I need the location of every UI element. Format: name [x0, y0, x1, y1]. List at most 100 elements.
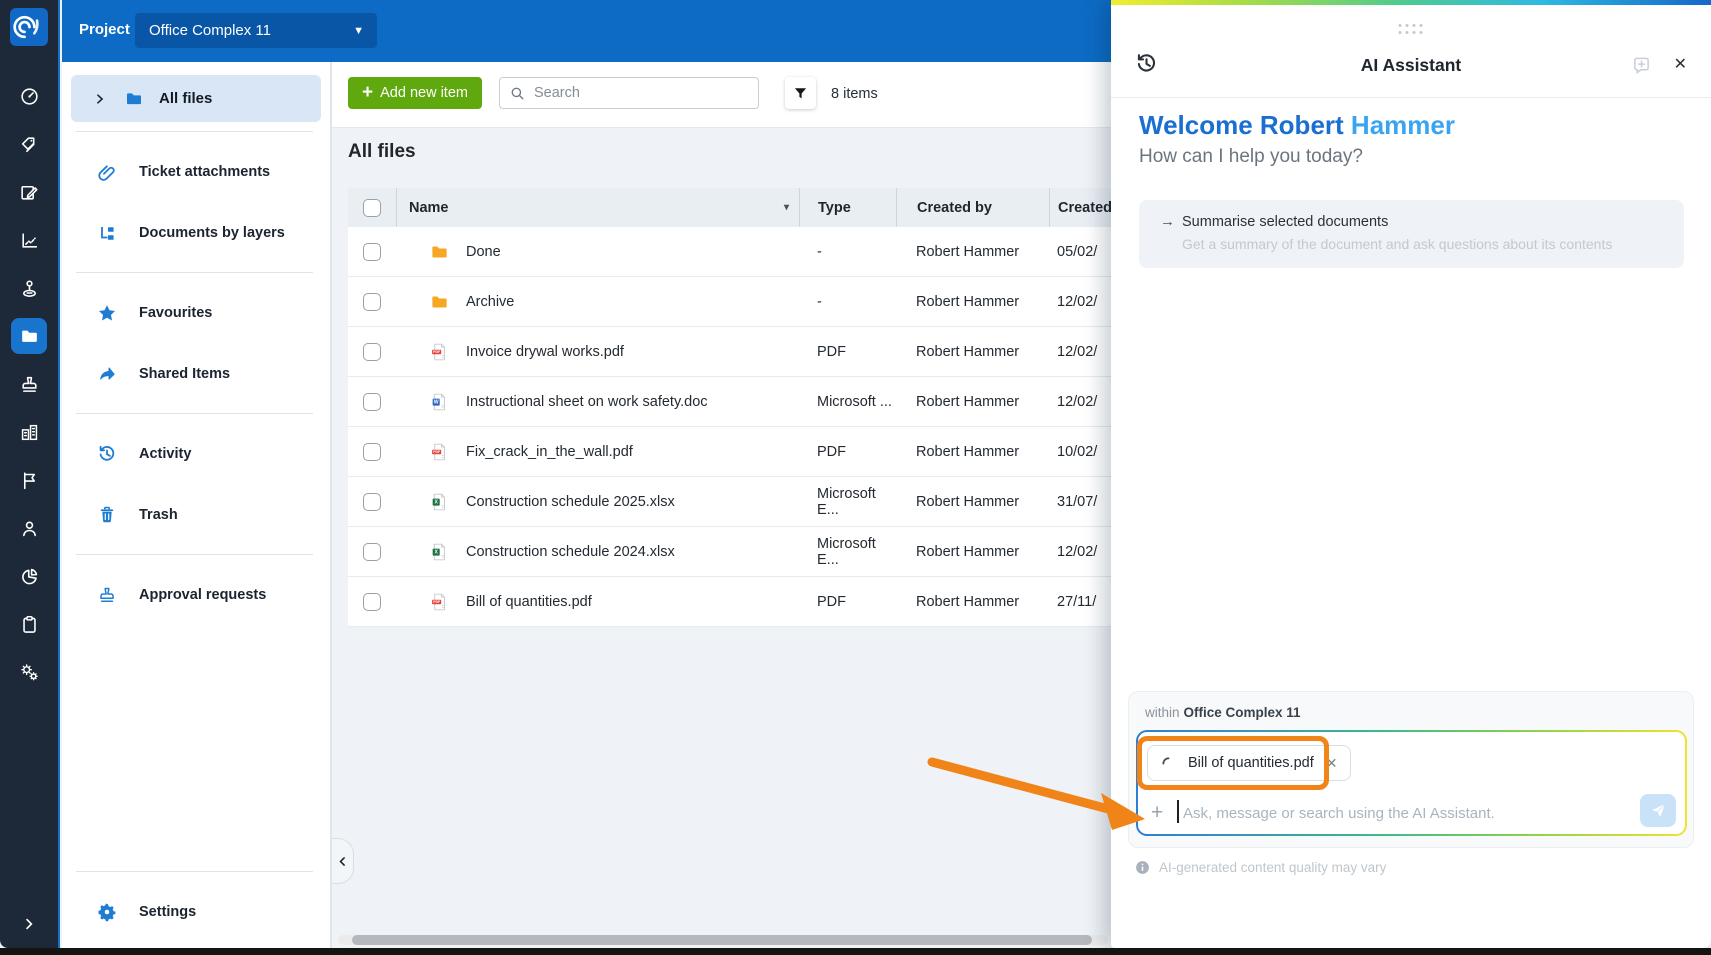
- select-all-checkbox[interactable]: [363, 198, 381, 217]
- ticket-icon: [19, 182, 40, 203]
- scrollbar-thumb[interactable]: [352, 935, 1092, 945]
- rail-item-gauge[interactable]: [11, 78, 47, 114]
- chart-icon: [19, 230, 40, 251]
- chip-remove-icon[interactable]: ✕: [1326, 755, 1338, 772]
- ai-input-placeholder[interactable]: Ask, message or search using the AI Assi…: [1183, 805, 1495, 822]
- share-icon: [96, 364, 118, 384]
- horizontal-scrollbar: [338, 935, 1108, 945]
- rail-item-surveyor[interactable]: [11, 270, 47, 306]
- sidebar-item-settings[interactable]: Settings: [62, 881, 330, 942]
- rail-expand-button[interactable]: [0, 916, 58, 932]
- rail-item-gears[interactable]: [11, 654, 47, 690]
- page-title: All files: [348, 141, 416, 162]
- clipboard-icon: [19, 614, 40, 635]
- file-type: PDF: [817, 343, 846, 360]
- search-icon: [511, 87, 524, 99]
- gear-icon: [96, 902, 118, 922]
- sidebar-item-label: Approval requests: [139, 586, 267, 603]
- attach-plus-button[interactable]: +: [1151, 802, 1163, 823]
- sidebar-nav-list: Ticket attachments Documents by layers Fav…: [62, 131, 330, 625]
- filter-button[interactable]: [785, 77, 816, 109]
- info-icon: [1136, 861, 1149, 874]
- divider: [76, 131, 313, 132]
- file-created-by: Robert Hammer: [916, 393, 1020, 410]
- rail-item-folder[interactable]: [11, 318, 47, 354]
- file-name-cell: Archive: [396, 292, 799, 312]
- sidebar-item-activity[interactable]: Activity: [62, 423, 330, 484]
- suggestion-summarise-documents[interactable]: → Summarise selected documents Get a sum…: [1139, 200, 1684, 268]
- rail-item-buildings[interactable]: [11, 414, 47, 450]
- svg-text:W: W: [434, 399, 439, 405]
- rail-item-stamp[interactable]: [11, 366, 47, 402]
- file-created-by: Robert Hammer: [916, 293, 1020, 310]
- arrow-right-icon: →: [1160, 213, 1175, 230]
- chevron-right-icon[interactable]: [93, 92, 107, 106]
- column-header-name[interactable]: Name ▾: [396, 188, 799, 227]
- rail-item-clipboard[interactable]: [11, 606, 47, 642]
- row-checkbox[interactable]: [363, 392, 381, 411]
- project-selector[interactable]: Office Complex 11 ▼: [135, 13, 377, 48]
- sidebar-item-label: Activity: [139, 445, 192, 462]
- file-name-cell: X Construction schedule 2025.xlsx: [396, 492, 799, 512]
- rail-icon-list: [0, 78, 58, 690]
- module-rail: [0, 0, 60, 948]
- panel-title: AI Assistant: [1360, 55, 1462, 75]
- sort-descending-icon[interactable]: ▾: [784, 202, 789, 213]
- row-checkbox[interactable]: [363, 242, 381, 261]
- file-type: -: [817, 243, 822, 260]
- attached-file-chip[interactable]: Bill of quantities.pdf ✕: [1147, 745, 1352, 781]
- divider: [1111, 97, 1711, 98]
- pie-icon: [19, 566, 40, 587]
- row-checkbox-cell: [348, 542, 396, 561]
- chevron-down-icon: ▼: [353, 24, 364, 37]
- send-button[interactable]: [1640, 794, 1676, 827]
- divider: [76, 554, 313, 555]
- suggestion-title: Summarise selected documents: [1182, 214, 1389, 230]
- drag-handle-icon[interactable]: [1398, 24, 1424, 35]
- ask-container: within Office Complex 11 Bill of quantiti…: [1128, 691, 1694, 848]
- sidebar-item-label: All files: [159, 90, 213, 107]
- file-name: Fix_crack_in_the_wall.pdf: [466, 443, 633, 460]
- sidebar-item-favourites[interactable]: Favourites: [62, 282, 330, 343]
- divider: [76, 413, 313, 414]
- chip-label: Bill of quantities.pdf: [1188, 755, 1314, 771]
- rail-item-chart[interactable]: [11, 222, 47, 258]
- row-checkbox[interactable]: [363, 492, 381, 511]
- tags-icon: [19, 134, 40, 155]
- rail-item-ticket[interactable]: [11, 174, 47, 210]
- add-new-item-label: Add new item: [380, 85, 468, 101]
- search-input[interactable]: Search: [499, 77, 759, 109]
- sidebar-item-approval-requests[interactable]: Approval requests: [62, 564, 330, 625]
- feedback-button[interactable]: [1632, 56, 1651, 80]
- row-checkbox[interactable]: [363, 442, 381, 461]
- row-checkbox[interactable]: [363, 342, 381, 361]
- row-checkbox[interactable]: [363, 592, 381, 611]
- svg-text:X: X: [434, 549, 438, 555]
- sidebar-item-shared-items[interactable]: Shared Items: [62, 343, 330, 404]
- rail-item-tags[interactable]: [11, 126, 47, 162]
- text-cursor: [1177, 800, 1179, 823]
- rail-item-pie[interactable]: [11, 558, 47, 594]
- rail-item-person[interactable]: [11, 510, 47, 546]
- row-checkbox[interactable]: [363, 542, 381, 561]
- file-created-by: Robert Hammer: [916, 493, 1020, 510]
- sidebar-item-ticket-attachments[interactable]: Ticket attachments: [62, 141, 330, 202]
- close-panel-button[interactable]: ✕: [1674, 54, 1687, 74]
- row-checkbox[interactable]: [363, 292, 381, 311]
- column-header-created-by[interactable]: Created by: [896, 188, 1049, 227]
- file-name: Done: [466, 243, 501, 260]
- star-icon: [96, 303, 118, 323]
- folder-icon: [430, 292, 449, 312]
- rail-item-flag[interactable]: [11, 462, 47, 498]
- sidebar-collapse-button[interactable]: [332, 838, 354, 884]
- file-created-by: Robert Hammer: [916, 343, 1020, 360]
- sidebar-item-documents-by-layers[interactable]: Documents by layers: [62, 202, 330, 263]
- add-new-item-button[interactable]: + Add new item: [348, 77, 482, 109]
- sidebar-item-all-files[interactable]: All files: [71, 75, 321, 122]
- gauge-icon: [19, 86, 40, 107]
- chat-plus-icon: [1634, 57, 1649, 75]
- items-count: 8 items: [831, 86, 878, 102]
- sidebar-item-trash[interactable]: Trash: [62, 484, 330, 545]
- column-header-type[interactable]: Type: [799, 188, 896, 227]
- file-name: Invoice drywal works.pdf: [466, 343, 624, 360]
